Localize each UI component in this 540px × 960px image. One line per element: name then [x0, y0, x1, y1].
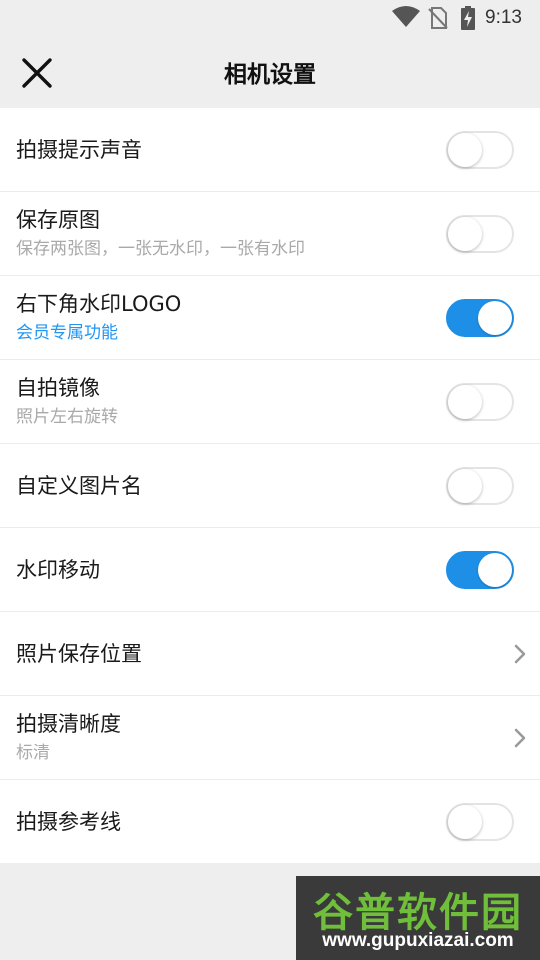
site-watermark: 谷普软件园 www.gupuxiazai.com [296, 876, 540, 960]
setting-custom-image-name[interactable]: 自定义图片名 [0, 444, 540, 528]
setting-texts: 拍摄参考线 [16, 780, 121, 863]
setting-watermark-logo[interactable]: 右下角水印LOGO 会员专属功能 [0, 276, 540, 360]
setting-description: 保存两张图，一张无水印，一张有水印 [16, 239, 305, 259]
setting-shutter-sound[interactable]: 拍摄提示声音 [0, 108, 540, 192]
setting-texts: 自定义图片名 [16, 444, 142, 527]
save-original-toggle[interactable] [446, 215, 514, 253]
setting-watermark-move[interactable]: 水印移动 [0, 528, 540, 612]
setting-texts: 保存原图 保存两张图，一张无水印，一张有水印 [16, 192, 305, 275]
setting-texts: 右下角水印LOGO 会员专属功能 [16, 276, 181, 359]
setting-save-original[interactable]: 保存原图 保存两张图，一张无水印，一张有水印 [0, 192, 540, 276]
wifi-icon [392, 6, 420, 27]
member-feature-note: 会员专属功能 [16, 323, 118, 343]
chevron-right-icon [514, 728, 526, 748]
app-header: 相机设置 [0, 36, 540, 108]
setting-label: 照片保存位置 [16, 641, 142, 666]
grid-lines-toggle[interactable] [446, 803, 514, 841]
settings-list: 拍摄提示声音 保存原图 保存两张图，一张无水印，一张有水印 右下角水印LOGO … [0, 108, 540, 863]
setting-label: 自拍镜像 [16, 376, 100, 400]
setting-capture-quality[interactable]: 拍摄清晰度 标清 [0, 696, 540, 780]
toggle-knob [448, 805, 482, 839]
setting-label: 拍摄提示声音 [16, 137, 142, 162]
setting-photo-save-location[interactable]: 照片保存位置 [0, 612, 540, 696]
setting-label: 右下角水印LOGO [16, 292, 182, 316]
status-time: 9:13 [485, 7, 522, 28]
page-title: 相机设置 [224, 62, 316, 88]
setting-label: 拍摄参考线 [16, 809, 121, 834]
setting-texts: 拍摄清晰度 标清 [16, 696, 121, 779]
watermark-url: www.gupuxiazai.com [322, 930, 514, 951]
setting-grid-lines[interactable]: 拍摄参考线 [0, 780, 540, 863]
chevron-right-icon [514, 644, 526, 664]
setting-label: 自定义图片名 [16, 473, 142, 498]
setting-texts: 自拍镜像 照片左右旋转 [16, 360, 118, 443]
watermark-move-toggle[interactable] [446, 551, 514, 589]
toggle-knob [478, 301, 512, 335]
selfie-mirror-toggle[interactable] [446, 383, 514, 421]
shutter-sound-toggle[interactable] [446, 131, 514, 169]
watermark-logo-toggle[interactable] [446, 299, 514, 337]
toggle-knob [448, 133, 482, 167]
toggle-knob [448, 469, 482, 503]
setting-selfie-mirror[interactable]: 自拍镜像 照片左右旋转 [0, 360, 540, 444]
setting-label: 拍摄清晰度 [16, 712, 121, 736]
toggle-knob [448, 385, 482, 419]
battery-charging-icon [461, 6, 475, 30]
current-quality-value: 标清 [16, 743, 50, 763]
setting-description: 照片左右旋转 [16, 407, 118, 427]
setting-label: 保存原图 [16, 208, 100, 232]
toggle-knob [448, 217, 482, 251]
setting-texts: 水印移动 [16, 528, 100, 611]
setting-label: 水印移动 [16, 557, 100, 582]
setting-texts: 照片保存位置 [16, 612, 142, 695]
toggle-knob [478, 553, 512, 587]
custom-image-name-toggle[interactable] [446, 467, 514, 505]
setting-texts: 拍摄提示声音 [16, 108, 142, 191]
status-bar: 9:13 [0, 0, 540, 36]
no-sim-icon [428, 7, 448, 29]
